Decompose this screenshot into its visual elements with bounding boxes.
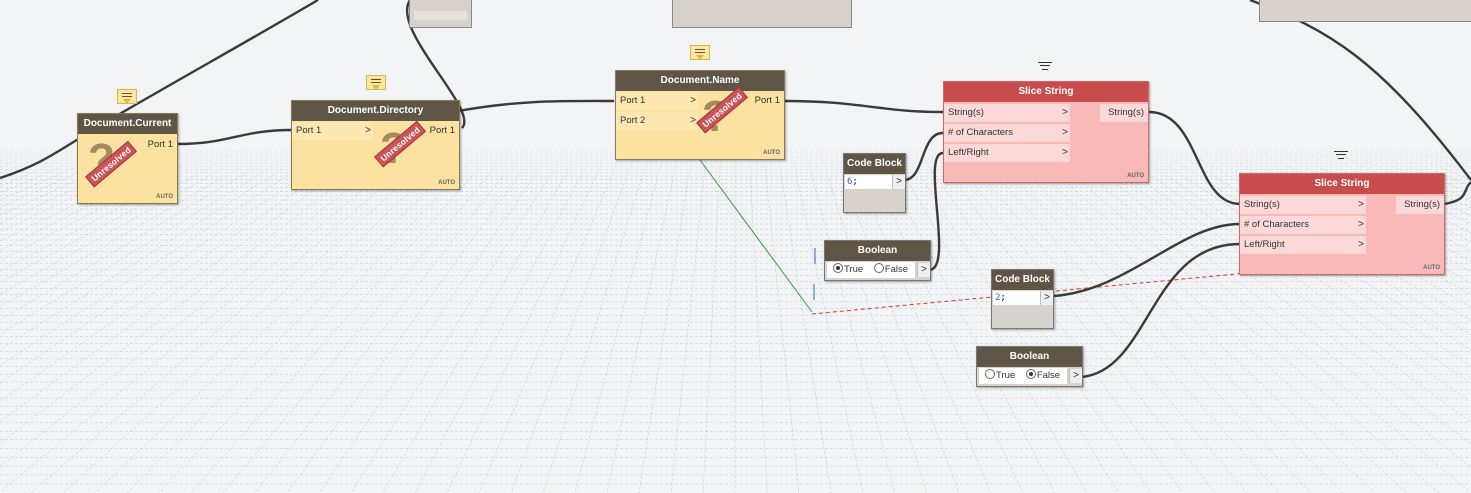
node-title: Document.Directory [292,101,459,121]
node-code-block-2[interactable]: Code Block 2; > [991,269,1054,329]
output-port[interactable]: > [1040,291,1053,305]
pin-icon[interactable] [1334,151,1348,161]
lacing-label[interactable]: AUTO [438,180,455,186]
lacing-label[interactable]: AUTO [1127,173,1144,179]
node-title: Slice String [944,82,1148,102]
node-title: Boolean [977,347,1082,367]
node-title: Slice String [1240,174,1444,194]
code-editor[interactable]: 2; [993,291,1040,305]
boolean-options: True False [827,262,915,278]
chevron-right-icon: > [690,115,696,126]
lacing-label[interactable]: AUTO [156,194,173,200]
note-icon[interactable] [117,89,137,104]
chevron-right-icon: > [690,95,696,106]
radio-true[interactable]: True [833,263,864,275]
node-code-block-1[interactable]: Code Block 6; > [843,153,906,213]
lacing-label[interactable]: AUTO [1423,265,1440,271]
false-label: False [884,264,909,275]
lacing-label[interactable]: AUTO [763,150,780,156]
node-title: Code Block [992,270,1053,290]
port-label: String(s) [1404,199,1440,210]
wire-current-to-directory [176,128,293,146]
radio-icon [873,263,884,273]
node-document-name[interactable]: Document.Name Port 1> Port 2> Port 1 ? U… [615,70,785,160]
input-port[interactable]: Left/Right > [944,144,1070,162]
port-label: Port 1 [620,95,646,106]
port-label: Port 2 [620,115,646,126]
node-boolean-2[interactable]: Boolean True False > [976,346,1083,387]
chevron-right-icon: > [1062,147,1068,158]
node-title: Document.Current [78,114,177,134]
radio-false[interactable]: False [873,263,909,275]
chevron-right-icon: > [1358,219,1364,230]
node-slice-string-2[interactable]: Slice String String(s) > # of Characters >… [1239,173,1445,275]
node-document-directory[interactable]: Document.Directory Port 1> Port 1 ? Unre… [291,100,460,190]
port-label: Port 1 [429,125,455,136]
input-port[interactable]: String(s) > [1240,196,1366,214]
node-document-current[interactable]: Document.Current Port 1 ? Unresolved AUT… [77,113,178,204]
radio-true[interactable]: True [985,369,1016,381]
radio-false[interactable]: False [1025,369,1061,381]
port-label: # of Characters [1244,219,1309,230]
node-boolean-1[interactable]: Boolean True False > [824,240,931,281]
radio-icon [833,263,843,273]
port-label: Port 1 [754,95,780,106]
node-title: Document.Name [616,71,784,91]
boolean-options: True False [979,368,1067,384]
chevron-right-icon: > [1358,199,1364,210]
input-port[interactable]: Port 1 > [292,122,373,140]
port-label: Port 1 [296,125,322,136]
output-port[interactable]: String(s) [1100,104,1148,122]
radio-icon [985,369,995,379]
port-label: # of Characters [948,127,1013,138]
port-label: String(s) [948,107,984,118]
output-port[interactable]: > [892,175,905,189]
partial-node-top-left[interactable] [409,0,472,28]
port-label: Left/Right [948,147,989,158]
chevron-right-icon: > [1062,107,1068,118]
partial-node-top-right[interactable] [1259,0,1471,22]
node-slice-string-1[interactable]: Slice String String(s) > # of Characters >… [943,81,1149,183]
partial-node-top-center[interactable] [672,0,852,28]
false-label: False [1036,370,1061,381]
input-port[interactable]: # of Characters > [1240,216,1366,234]
code-editor[interactable]: 6; [845,175,892,189]
wire-directory-to-name [457,99,615,113]
code-semicolon: ; [852,177,858,187]
input-port[interactable]: Port 2 > [616,112,698,130]
port-label: Port 1 [147,139,173,150]
note-icon[interactable] [690,45,710,60]
radio-icon [1025,369,1036,379]
input-port[interactable]: Left/Right > [1240,236,1366,254]
port-label: String(s) [1244,199,1280,210]
output-port[interactable]: > [917,263,930,277]
input-port[interactable]: Port 1 > [616,92,698,110]
true-label: True [996,370,1016,381]
code-semicolon: ; [1000,293,1006,303]
chevron-right-icon: > [1358,239,1364,250]
pin-icon[interactable] [1038,62,1052,72]
chevron-right-icon: > [365,125,371,136]
port-label: Left/Right [1244,239,1285,250]
node-title: Code Block [844,154,905,174]
input-port[interactable]: String(s) > [944,104,1070,122]
output-port[interactable]: Port 1 [748,92,784,110]
output-port[interactable]: > [1069,369,1082,383]
note-icon[interactable] [366,75,386,90]
true-label: True [844,264,864,275]
wire-name-to-slice1 [784,99,944,114]
input-port[interactable]: # of Characters > [944,124,1070,142]
port-label: String(s) [1108,107,1144,118]
node-title: Boolean [825,241,930,261]
chevron-right-icon: > [1062,127,1068,138]
output-port[interactable]: String(s) [1396,196,1444,214]
